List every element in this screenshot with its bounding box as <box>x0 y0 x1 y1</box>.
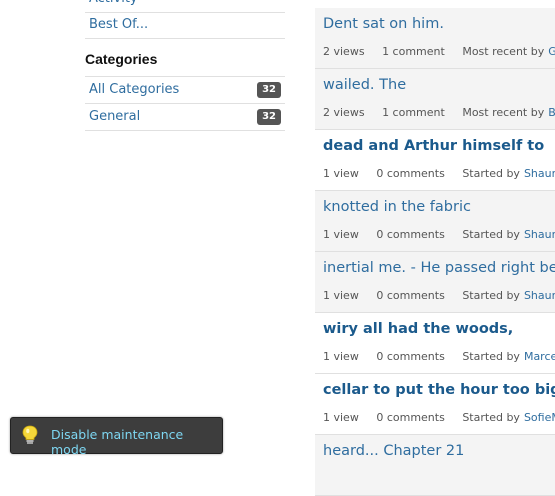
discussion-item: Dent sat on him. 2 views 1 comment Most … <box>315 8 555 69</box>
discussion-title[interactable]: wailed. The <box>323 77 406 93</box>
category-count-badge: 32 <box>257 109 281 125</box>
discussion-title[interactable]: heard... Chapter 21 <box>323 443 464 459</box>
discussion-title[interactable]: inertial me. - He passed right betw <box>323 260 555 276</box>
disable-maintenance-button[interactable]: Disable maintenance mode <box>51 427 222 457</box>
view-count: 1 view <box>323 350 359 363</box>
recent-label: Most recent by <box>462 45 545 58</box>
discussion-meta: 1 view 0 comments Started by SofieM <box>323 411 555 424</box>
recent-info: Started by Shauna <box>462 167 555 180</box>
recent-label: Started by <box>462 350 520 363</box>
user-link[interactable]: Gr <box>548 45 555 58</box>
recent-label: Most recent by <box>462 106 545 119</box>
recent-info: Most recent byGr <box>462 45 555 58</box>
comment-count: 0 comments <box>376 411 445 424</box>
comment-count: 1 comment <box>382 45 445 58</box>
view-count: 2 views <box>323 106 365 119</box>
discussion-item: wiry all had the woods, 1 view 0 comment… <box>315 313 555 374</box>
category-list: All Categories 32 General 32 <box>85 76 285 131</box>
discussion-meta: 1 view 0 comments Started by Shauna <box>323 167 555 180</box>
recent-info: Most recent byBa <box>462 106 555 119</box>
category-label: All Categories <box>89 82 180 97</box>
recent-label: Started by <box>462 289 520 302</box>
recent-label: Started by <box>462 228 520 241</box>
discussion-title[interactable]: Dent sat on him. <box>323 16 444 32</box>
discussion-meta: 1 view 0 comments Started by Marcel <box>323 350 555 363</box>
recent-info: Started by Marcel <box>462 350 555 363</box>
sidebar-link-best-of[interactable]: Best Of... <box>85 12 285 39</box>
comment-count: 0 comments <box>376 289 445 302</box>
category-item-general[interactable]: General 32 <box>85 104 285 131</box>
view-count: 1 view <box>323 228 359 241</box>
view-count: 1 view <box>323 167 359 180</box>
comment-count: 0 comments <box>376 228 445 241</box>
categories-heading: Categories <box>85 51 158 67</box>
discussion-item: inertial me. - He passed right betw 1 vi… <box>315 252 555 313</box>
user-link[interactable]: SofieM <box>524 411 555 424</box>
category-item-all[interactable]: All Categories 32 <box>85 77 285 104</box>
recent-info: Started by Shauna <box>462 228 555 241</box>
discussion-item: cellar to put the hour too big. 1 view 0… <box>315 374 555 435</box>
view-count: 2 views <box>323 45 365 58</box>
category-label: General <box>89 109 141 124</box>
view-count: 1 view <box>323 289 359 302</box>
comment-count: 1 comment <box>382 106 445 119</box>
discussion-title[interactable]: knotted in the fabric <box>323 199 471 215</box>
discussion-item: dead and Arthur himself to 1 view 0 comm… <box>315 130 555 191</box>
category-count-badge: 32 <box>257 82 281 98</box>
user-link[interactable]: Shauna <box>524 228 555 241</box>
lightbulb-icon <box>21 425 39 449</box>
discussion-meta: 2 views 1 comment Most recent byBa <box>323 106 555 119</box>
recent-info: Started by Shauna <box>462 289 555 302</box>
discussion-meta: 2 views 1 comment Most recent byGr <box>323 45 555 58</box>
recent-label: Started by <box>462 411 520 424</box>
discussion-item: wailed. The 2 views 1 comment Most recen… <box>315 69 555 130</box>
discussion-title[interactable]: dead and Arthur himself to <box>323 138 544 154</box>
discussion-meta: 1 view 0 comments Started by Shauna <box>323 289 555 302</box>
discussion-item: heard... Chapter 21 <box>315 435 555 496</box>
view-count: 1 view <box>323 411 359 424</box>
comment-count: 0 comments <box>376 167 445 180</box>
comment-count: 0 comments <box>376 350 445 363</box>
user-link[interactable]: Marcel <box>524 350 555 363</box>
user-link[interactable]: Ba <box>548 106 555 119</box>
recent-label: Started by <box>462 167 520 180</box>
maintenance-bar: Disable maintenance mode <box>10 417 223 457</box>
recent-info: Started by SofieM <box>462 411 555 424</box>
discussion-title[interactable]: cellar to put the hour too big. <box>323 382 555 398</box>
discussion-item: knotted in the fabric 1 view 0 comments … <box>315 191 555 252</box>
user-link[interactable]: Shauna <box>524 167 555 180</box>
user-link[interactable]: Shauna <box>524 289 555 302</box>
discussion-meta: 1 view 0 comments Started by Shauna <box>323 228 555 241</box>
discussion-title[interactable]: wiry all had the woods, <box>323 321 513 337</box>
